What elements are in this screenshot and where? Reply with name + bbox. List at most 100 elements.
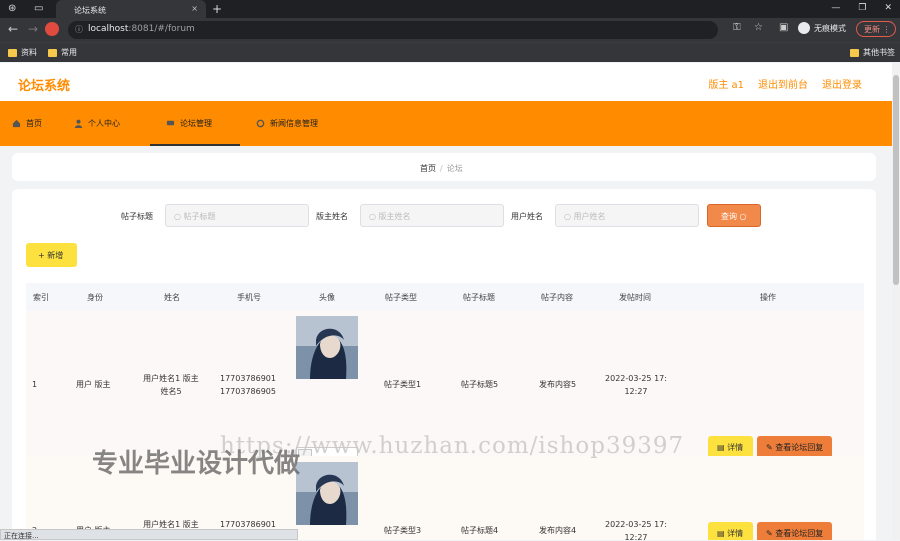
menu-item-home[interactable]: 首页 bbox=[12, 118, 42, 129]
user-filter-placeholder: 用户姓名 bbox=[573, 212, 606, 221]
browser-tab-strip: ⊛ ▭ 论坛系统 × + — ❐ ✕ bbox=[0, 0, 900, 18]
cell-time: 2022-03-25 17: 12:27 bbox=[601, 518, 671, 540]
avatar-illustration bbox=[296, 462, 358, 525]
cell-content: 发布内容4 bbox=[539, 526, 577, 535]
search-icon: ○ bbox=[369, 212, 376, 221]
other-bookmarks[interactable]: 其他书签 bbox=[850, 47, 895, 58]
detail-button[interactable]: ▤ 详情 bbox=[708, 436, 753, 458]
url-path: :8081/#/forum bbox=[128, 24, 195, 34]
detail-button-label: 详情 bbox=[727, 529, 744, 538]
column-header[interactable]: 帖子内容 bbox=[541, 292, 573, 303]
menu-item-label: 个人中心 bbox=[88, 119, 120, 128]
cell-phone-line: 17703786901 bbox=[220, 374, 276, 383]
bookmarks-bar: 资料 常用 其他书签 bbox=[0, 42, 900, 62]
incognito-icon bbox=[798, 22, 810, 34]
moderator-filter-input[interactable]: ○ 版主姓名 bbox=[360, 204, 504, 227]
user-filter-input[interactable]: ○ 用户姓名 bbox=[555, 204, 699, 227]
menu-item-profile[interactable]: 个人中心 bbox=[74, 118, 120, 129]
column-header[interactable]: 手机号 bbox=[237, 292, 261, 303]
column-header[interactable]: 帖子类型 bbox=[385, 292, 417, 303]
folder-icon bbox=[850, 48, 859, 57]
view-replies-button[interactable]: ✎ 查看论坛回复 bbox=[757, 522, 832, 540]
title-filter-placeholder: 帖子标题 bbox=[183, 212, 216, 221]
view-replies-button[interactable]: ✎ 查看论坛回复 bbox=[757, 436, 832, 458]
add-button-label: 新增 bbox=[47, 251, 64, 260]
search-button-label: 查询 bbox=[721, 212, 737, 221]
cell-role: 用户 版主 bbox=[76, 380, 111, 389]
new-tab-button[interactable]: + bbox=[212, 2, 222, 16]
avatar[interactable] bbox=[296, 316, 358, 379]
browser-menu-icon[interactable]: ⊛ bbox=[8, 3, 16, 14]
column-header[interactable]: 头像 bbox=[319, 292, 335, 303]
menu-item-label: 首页 bbox=[26, 119, 42, 128]
home-icon bbox=[12, 119, 21, 128]
tab-close-icon[interactable]: × bbox=[191, 4, 198, 13]
reload-icon[interactable] bbox=[45, 22, 59, 36]
tab-search-icon[interactable]: ▭ bbox=[34, 3, 43, 14]
cell-title: 帖子标题4 bbox=[461, 526, 499, 535]
other-bookmarks-label: 其他书签 bbox=[863, 48, 895, 57]
menu-item-label: 论坛管理 bbox=[180, 119, 212, 128]
close-window-icon[interactable]: ✕ bbox=[884, 3, 892, 13]
column-header[interactable]: 操作 bbox=[760, 292, 776, 303]
breadcrumb-current: 论坛 bbox=[446, 164, 463, 173]
cell-phone-line: 17703786905 bbox=[220, 387, 276, 396]
cell-name-line: 用户姓名1 版主 bbox=[143, 374, 199, 383]
edit-icon: ✎ bbox=[766, 443, 773, 452]
forum-icon bbox=[166, 120, 175, 126]
user-filter-label: 用户姓名 bbox=[511, 212, 543, 221]
moderator-filter-label: 版主姓名 bbox=[316, 212, 348, 221]
back-icon[interactable]: ← bbox=[8, 22, 18, 36]
menu-item-news[interactable]: 新闻信息管理 bbox=[256, 118, 318, 129]
browser-tab-forum[interactable]: 论坛系统 × bbox=[56, 0, 206, 18]
logout-link[interactable]: 退出登录 bbox=[822, 76, 862, 91]
search-icon: ○ bbox=[174, 212, 181, 221]
search-icon: ○ bbox=[564, 212, 571, 221]
tab-title: 论坛系统 bbox=[74, 6, 106, 15]
star-icon[interactable]: ☆ bbox=[754, 22, 763, 33]
column-header[interactable]: 身份 bbox=[87, 292, 103, 303]
avatar[interactable] bbox=[296, 462, 358, 525]
key-icon[interactable]: ⚿ bbox=[733, 22, 741, 33]
update-button[interactable]: 更新 ⋮ bbox=[856, 21, 896, 37]
column-header[interactable]: 姓名 bbox=[164, 292, 180, 303]
bookmark-folder[interactable]: 资料 bbox=[8, 47, 37, 58]
bookmark-folder[interactable]: 常用 bbox=[48, 47, 77, 58]
cell-content: 发布内容5 bbox=[539, 380, 577, 389]
cell-time-line: 12:27 bbox=[624, 533, 648, 540]
column-header[interactable]: 帖子标题 bbox=[463, 292, 495, 303]
user-icon bbox=[74, 119, 83, 128]
column-header[interactable]: 发帖时间 bbox=[619, 292, 651, 303]
minimize-icon[interactable]: — bbox=[831, 3, 840, 13]
moderator-filter-placeholder: 版主姓名 bbox=[378, 212, 411, 221]
detail-button[interactable]: ▤ 详情 bbox=[708, 522, 753, 540]
cell-time-line: 12:27 bbox=[624, 387, 648, 396]
search-button[interactable]: 查询 ○ bbox=[707, 204, 761, 227]
breadcrumb-separator: / bbox=[440, 164, 443, 173]
breadcrumb-home[interactable]: 首页 bbox=[420, 164, 436, 173]
address-bar[interactable]: ⓘ localhost:8081/#/forum bbox=[68, 21, 718, 39]
maximize-icon[interactable]: ❐ bbox=[858, 3, 866, 13]
view-replies-label: 查看论坛回复 bbox=[775, 529, 824, 538]
forward-icon[interactable]: → bbox=[28, 22, 38, 36]
bookmark-label: 常用 bbox=[61, 48, 77, 57]
site-info-icon[interactable]: ⓘ bbox=[75, 24, 83, 35]
incognito-label: 无痕模式 bbox=[814, 23, 846, 33]
add-button[interactable]: + 新增 bbox=[26, 243, 77, 267]
browser-toolbar: ← → ⓘ localhost:8081/#/forum ⚿ ☆ ▣ 无痕模式 … bbox=[0, 18, 900, 42]
incognito-indicator[interactable]: 无痕模式 bbox=[798, 22, 846, 34]
detail-button-label: 详情 bbox=[727, 443, 744, 452]
header-actions: 版主 a1 退出到前台 退出登录 bbox=[708, 76, 862, 91]
title-filter-input[interactable]: ○ 帖子标题 bbox=[165, 204, 309, 227]
back-to-front-link[interactable]: 退出到前台 bbox=[758, 76, 808, 91]
main-menu: 首页 个人中心 论坛管理 新闻信息管理 bbox=[0, 101, 892, 146]
page-scrollbar[interactable] bbox=[892, 63, 900, 540]
menu-item-forum[interactable]: 论坛管理 bbox=[166, 118, 212, 129]
scrollbar-thumb[interactable] bbox=[893, 75, 899, 285]
current-user: 版主 a1 bbox=[708, 80, 744, 91]
column-header[interactable]: 索引 bbox=[33, 292, 49, 303]
cell-type: 帖子类型3 bbox=[384, 526, 422, 535]
sidebar-icon[interactable]: ▣ bbox=[779, 22, 788, 33]
edit-icon: ✎ bbox=[766, 529, 773, 538]
search-icon: ○ bbox=[739, 212, 747, 221]
